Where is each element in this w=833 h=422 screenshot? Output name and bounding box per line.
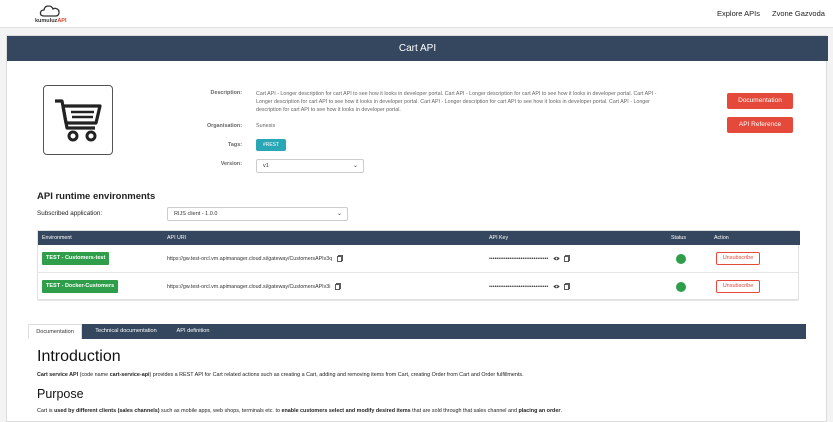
environment-badge: TEST - Customers-test bbox=[42, 252, 110, 265]
table-row: TEST - Customers-test https://gw.test-or… bbox=[38, 245, 798, 273]
organisation-label: Organisation: bbox=[206, 123, 242, 129]
api-image bbox=[43, 85, 113, 155]
api-key-text: •••••••••••••••••••••••••••••••• bbox=[489, 283, 549, 290]
api-reference-button[interactable]: API Reference bbox=[727, 117, 793, 133]
description-label: Description: bbox=[210, 90, 242, 96]
eye-icon[interactable] bbox=[553, 284, 560, 289]
logo-text: kumuluzAPI bbox=[35, 18, 67, 24]
documentation-button[interactable]: Documentation bbox=[727, 93, 793, 109]
shopping-cart-icon bbox=[55, 99, 102, 142]
environment-badge: TEST - Docker-Customers bbox=[42, 280, 119, 293]
description-text: Cart API - Longer description for cart A… bbox=[256, 91, 657, 113]
purpose-heading: Purpose bbox=[37, 387, 84, 401]
api-uri-text: https://gw.test-orcl.vm.apimanager.cloud… bbox=[167, 255, 333, 262]
tab-technical-documentation[interactable]: Technical documentation bbox=[86, 324, 166, 339]
subscribed-application-select[interactable]: RIJS client - 1.0.0 ⌄ bbox=[167, 207, 348, 221]
api-uri-cell: https://gw.test-orcl.vm.apimanager.cloud… bbox=[167, 283, 341, 290]
column-header: API URI bbox=[167, 235, 187, 241]
api-card: Cart API Description: Cart API - Longer … bbox=[6, 35, 828, 422]
subscribed-application-label: Subscribed application: bbox=[37, 210, 103, 217]
nav-user[interactable]: Zvone Gazvoda bbox=[772, 9, 825, 18]
status-indicator bbox=[676, 282, 686, 292]
introduction-paragraph: Cart service API (code name cart-service… bbox=[37, 372, 524, 378]
version-select[interactable]: v1 ⌄ bbox=[256, 159, 364, 173]
column-header: Status bbox=[671, 235, 687, 241]
table-header: Environment API URI API Key Status Actio… bbox=[38, 231, 800, 245]
nav-explore-apis[interactable]: Explore APIs bbox=[717, 9, 760, 18]
eye-icon[interactable] bbox=[553, 256, 560, 261]
column-header: Environment bbox=[42, 235, 72, 241]
environments-heading: API runtime environments bbox=[37, 191, 156, 202]
top-nav: kumuluzAPI Explore APIs Zvone Gazvoda bbox=[0, 0, 833, 28]
copy-icon[interactable] bbox=[564, 283, 571, 290]
logo[interactable]: kumuluzAPI bbox=[35, 4, 75, 26]
api-key-text: •••••••••••••••••••••••••••••••• bbox=[489, 255, 549, 262]
api-key-cell: •••••••••••••••••••••••••••••••• bbox=[489, 255, 571, 262]
environments-table: Environment API URI API Key Status Actio… bbox=[37, 230, 800, 301]
doc-tabs: Documentation Technical documentation AP… bbox=[28, 324, 806, 339]
subscribed-application-value: RIJS client - 1.0.0 bbox=[174, 211, 218, 217]
chevron-down-icon: ⌄ bbox=[352, 163, 358, 169]
tag-badge[interactable]: #REST bbox=[256, 139, 286, 151]
api-key-cell: •••••••••••••••••••••••••••••••• bbox=[489, 283, 571, 290]
unsubscribe-button[interactable]: Unsubscribe bbox=[716, 280, 760, 293]
version-value: v1 bbox=[263, 163, 269, 169]
cloud-icon bbox=[39, 5, 60, 17]
tags-label: Tags: bbox=[228, 142, 242, 148]
status-indicator bbox=[676, 254, 686, 264]
api-uri-text: https://gw.test-orcl.vm.apimanager.cloud… bbox=[167, 283, 331, 290]
organisation-value: Sunesis bbox=[256, 123, 276, 129]
tab-api-definition[interactable]: API definition bbox=[168, 324, 218, 339]
copy-icon[interactable] bbox=[334, 283, 341, 290]
unsubscribe-button[interactable]: Unsubscribe bbox=[716, 252, 760, 265]
page-title: Cart API bbox=[7, 36, 828, 61]
purpose-paragraph: Cart is used by different clients (sales… bbox=[37, 408, 562, 414]
chevron-down-icon: ⌄ bbox=[336, 211, 342, 217]
tab-documentation[interactable]: Documentation bbox=[28, 324, 82, 339]
api-uri-cell: https://gw.test-orcl.vm.apimanager.cloud… bbox=[167, 255, 343, 262]
copy-icon[interactable] bbox=[564, 255, 571, 262]
table-row: TEST - Docker-Customers https://gw.test-… bbox=[38, 273, 798, 301]
column-header: API Key bbox=[489, 235, 509, 241]
introduction-heading: Introduction bbox=[37, 348, 121, 365]
version-label: Version: bbox=[220, 161, 242, 167]
copy-icon[interactable] bbox=[336, 255, 343, 262]
column-header: Action bbox=[714, 235, 729, 241]
